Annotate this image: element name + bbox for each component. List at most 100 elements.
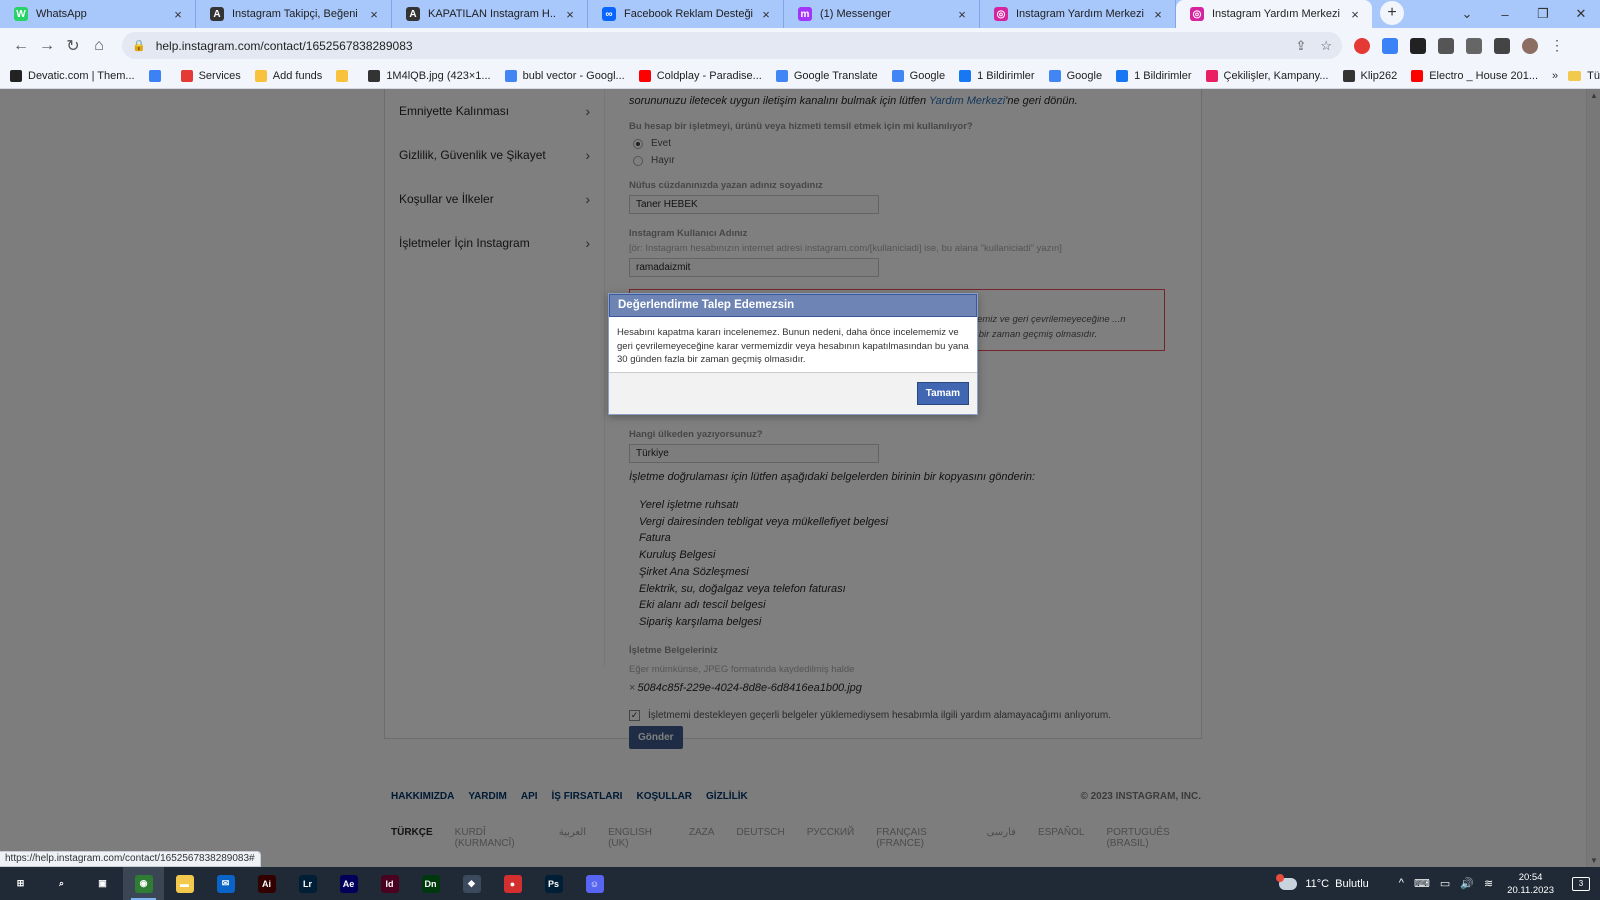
bookmark-favicon-icon bbox=[638, 69, 651, 82]
tab-close-icon[interactable]: × bbox=[563, 7, 577, 22]
clock[interactable]: 20:54 20.11.2023 bbox=[1507, 871, 1554, 897]
lock-icon[interactable]: 🔒 bbox=[132, 39, 146, 52]
bookmark-item[interactable]: Services bbox=[180, 69, 241, 82]
bookmark-favicon-icon bbox=[180, 69, 193, 82]
tray-icon[interactable]: 🔊 bbox=[1460, 877, 1474, 890]
illustrator-icon: Ai bbox=[257, 874, 276, 893]
bookmark-item[interactable] bbox=[336, 69, 354, 82]
taskbar-photoshop[interactable]: Ps bbox=[533, 867, 574, 900]
bookmark-item[interactable]: Klip262 bbox=[1342, 69, 1397, 82]
bookmark-favicon-icon bbox=[775, 69, 788, 82]
taskbar-davinci[interactable]: ◆ bbox=[451, 867, 492, 900]
all-bookmarks-folder[interactable]: Tüm Yer İşaretleri bbox=[1568, 70, 1600, 82]
tab-close-icon[interactable]: × bbox=[171, 7, 185, 22]
minimize-button[interactable]: – bbox=[1486, 7, 1524, 22]
bookmark-item[interactable]: Google bbox=[891, 69, 945, 82]
messenger-icon: m bbox=[798, 7, 812, 21]
browser-tab[interactable]: A Instagram Takipçi, Beğeni Satın × bbox=[196, 0, 392, 28]
tab-close-icon[interactable]: × bbox=[367, 7, 381, 22]
instagram-icon: ◎ bbox=[1190, 7, 1204, 21]
taskbar-file-explorer[interactable]: ▬ bbox=[164, 867, 205, 900]
ok-button[interactable]: Tamam bbox=[916, 382, 969, 405]
bookmark-item[interactable]: Google Translate bbox=[775, 69, 878, 82]
browser-tab[interactable]: ◎ Instagram Yardım Merkezi × bbox=[1176, 0, 1372, 28]
bookmark-item[interactable] bbox=[148, 69, 167, 82]
bookmark-item[interactable]: Coldplay - Paradise... bbox=[638, 69, 762, 82]
puzzle-extensions-icon[interactable] bbox=[1438, 37, 1454, 54]
tab-search-icon[interactable]: ⌄ bbox=[1448, 6, 1486, 22]
restore-button[interactable]: ❐ bbox=[1524, 6, 1562, 22]
bookmarks-overflow-icon[interactable]: » bbox=[1552, 70, 1558, 82]
tray-icon[interactable]: ▭ bbox=[1440, 877, 1450, 890]
browser-tab[interactable]: A KAPATILAN Instagram H... × bbox=[392, 0, 588, 28]
bookmark-item[interactable]: bubl vector - Googl... bbox=[504, 69, 625, 82]
bookmark-favicon-icon bbox=[504, 69, 517, 82]
cloud-icon bbox=[1276, 873, 1298, 890]
address-url[interactable]: help.instagram.com/contact/1652567838289… bbox=[156, 39, 413, 53]
modal-overlay bbox=[0, 89, 1600, 867]
close-window-button[interactable]: ✕ bbox=[1562, 6, 1600, 22]
tab-close-icon[interactable]: × bbox=[1151, 7, 1165, 22]
forward-button[interactable]: → bbox=[34, 33, 60, 59]
taskbar-lightroom[interactable]: Lr bbox=[287, 867, 328, 900]
tray-icons: ^ ⌨ ▭ 🔊 ≋ bbox=[1399, 877, 1493, 890]
bookmark-item[interactable]: Çekilişler, Kampany... bbox=[1205, 69, 1329, 82]
tab-title: Instagram Takipçi, Beğeni Satın bbox=[232, 8, 361, 20]
bookmark-item[interactable]: Google bbox=[1048, 69, 1102, 82]
notification-center-icon[interactable]: 3 bbox=[1572, 876, 1590, 891]
tray-icon[interactable]: ⌨ bbox=[1414, 877, 1430, 890]
bookmark-item[interactable]: Devatic.com | Them... bbox=[10, 69, 135, 82]
taskbar-illustrator[interactable]: Ai bbox=[246, 867, 287, 900]
instagram-seller-icon: A bbox=[210, 7, 224, 21]
all-bookmarks-label: Tüm Yer İşaretleri bbox=[1587, 69, 1600, 82]
tab-close-icon[interactable]: × bbox=[1348, 7, 1362, 22]
browser-tab[interactable]: m (1) Messenger × bbox=[784, 0, 980, 28]
profile-avatar[interactable] bbox=[1522, 37, 1538, 54]
home-button[interactable]: ⌂ bbox=[86, 33, 112, 59]
taskbar-mail[interactable]: ✉ bbox=[205, 867, 246, 900]
side-panel-icon[interactable] bbox=[1494, 37, 1510, 54]
tray-icon[interactable]: ≋ bbox=[1484, 877, 1493, 890]
tab-title: WhatsApp bbox=[36, 8, 87, 20]
lightroom-icon: Lr bbox=[298, 874, 317, 893]
taskbar-after-effects[interactable]: Ae bbox=[328, 867, 369, 900]
bookmark-favicon-icon bbox=[1048, 69, 1061, 82]
taskbar-search[interactable]: ⌕ bbox=[41, 867, 82, 900]
bookmark-item[interactable]: Add funds bbox=[254, 69, 322, 82]
menu-kebab-icon[interactable]: ⋮ bbox=[1550, 37, 1564, 54]
incognito-extension-icon[interactable] bbox=[1410, 37, 1426, 54]
taskbar-dimension[interactable]: Dn bbox=[410, 867, 451, 900]
shield-extension-icon[interactable] bbox=[1382, 37, 1398, 54]
bookmark-item[interactable]: 1M4lQB.jpg (423×1... bbox=[368, 69, 491, 82]
bookmark-item[interactable]: 1 Bildirimler bbox=[1116, 69, 1192, 82]
browser-tab[interactable]: ∞ Facebook Reklam Desteği | Met × bbox=[588, 0, 784, 28]
new-tab-button[interactable]: + bbox=[1380, 1, 1404, 25]
browser-tab[interactable]: ◎ Instagram Yardım Merkezi × bbox=[980, 0, 1176, 28]
bookmark-item[interactable]: Electro _ House 201... bbox=[1411, 69, 1538, 82]
weather-widget[interactable]: 11°C Bulutlu bbox=[1276, 873, 1369, 890]
taskbar-task-view[interactable]: ▣ bbox=[82, 867, 123, 900]
taskbar-start[interactable]: ⊞ bbox=[0, 867, 41, 900]
share-icon[interactable]: ⇪ bbox=[1295, 38, 1306, 54]
download-icon[interactable] bbox=[1466, 37, 1482, 54]
bookmark-favicon-icon bbox=[368, 69, 381, 82]
tab-close-icon[interactable]: × bbox=[955, 7, 969, 22]
bookmark-star-icon[interactable]: ☆ bbox=[1320, 38, 1332, 54]
bookmark-item[interactable]: 1 Bildirimler bbox=[959, 69, 1035, 82]
tab-close-icon[interactable]: × bbox=[759, 7, 773, 22]
reload-button[interactable]: ↻ bbox=[60, 33, 86, 59]
address-bar[interactable]: 🔒 help.instagram.com/contact/16525678382… bbox=[122, 32, 1342, 59]
tray-icon[interactable]: ^ bbox=[1399, 877, 1404, 890]
back-button[interactable]: ← bbox=[8, 33, 34, 59]
taskbar-indesign[interactable]: Id bbox=[369, 867, 410, 900]
after-effects-icon: Ae bbox=[339, 874, 358, 893]
opera-extension-icon[interactable] bbox=[1354, 37, 1370, 54]
taskbar-discord[interactable]: ☺ bbox=[574, 867, 615, 900]
start-icon: ⊞ bbox=[11, 874, 30, 893]
tab-title: Instagram Yardım Merkezi bbox=[1212, 8, 1340, 20]
system-tray: 11°C Bulutlu ^ ⌨ ▭ 🔊 ≋ 20:54 20.11.2023 3 bbox=[1276, 867, 1600, 900]
instagram-seller-icon: A bbox=[406, 7, 420, 21]
taskbar-photo-app[interactable]: ● bbox=[492, 867, 533, 900]
browser-tab[interactable]: W WhatsApp × bbox=[0, 0, 196, 28]
taskbar-chrome[interactable]: ◉ bbox=[123, 867, 164, 900]
